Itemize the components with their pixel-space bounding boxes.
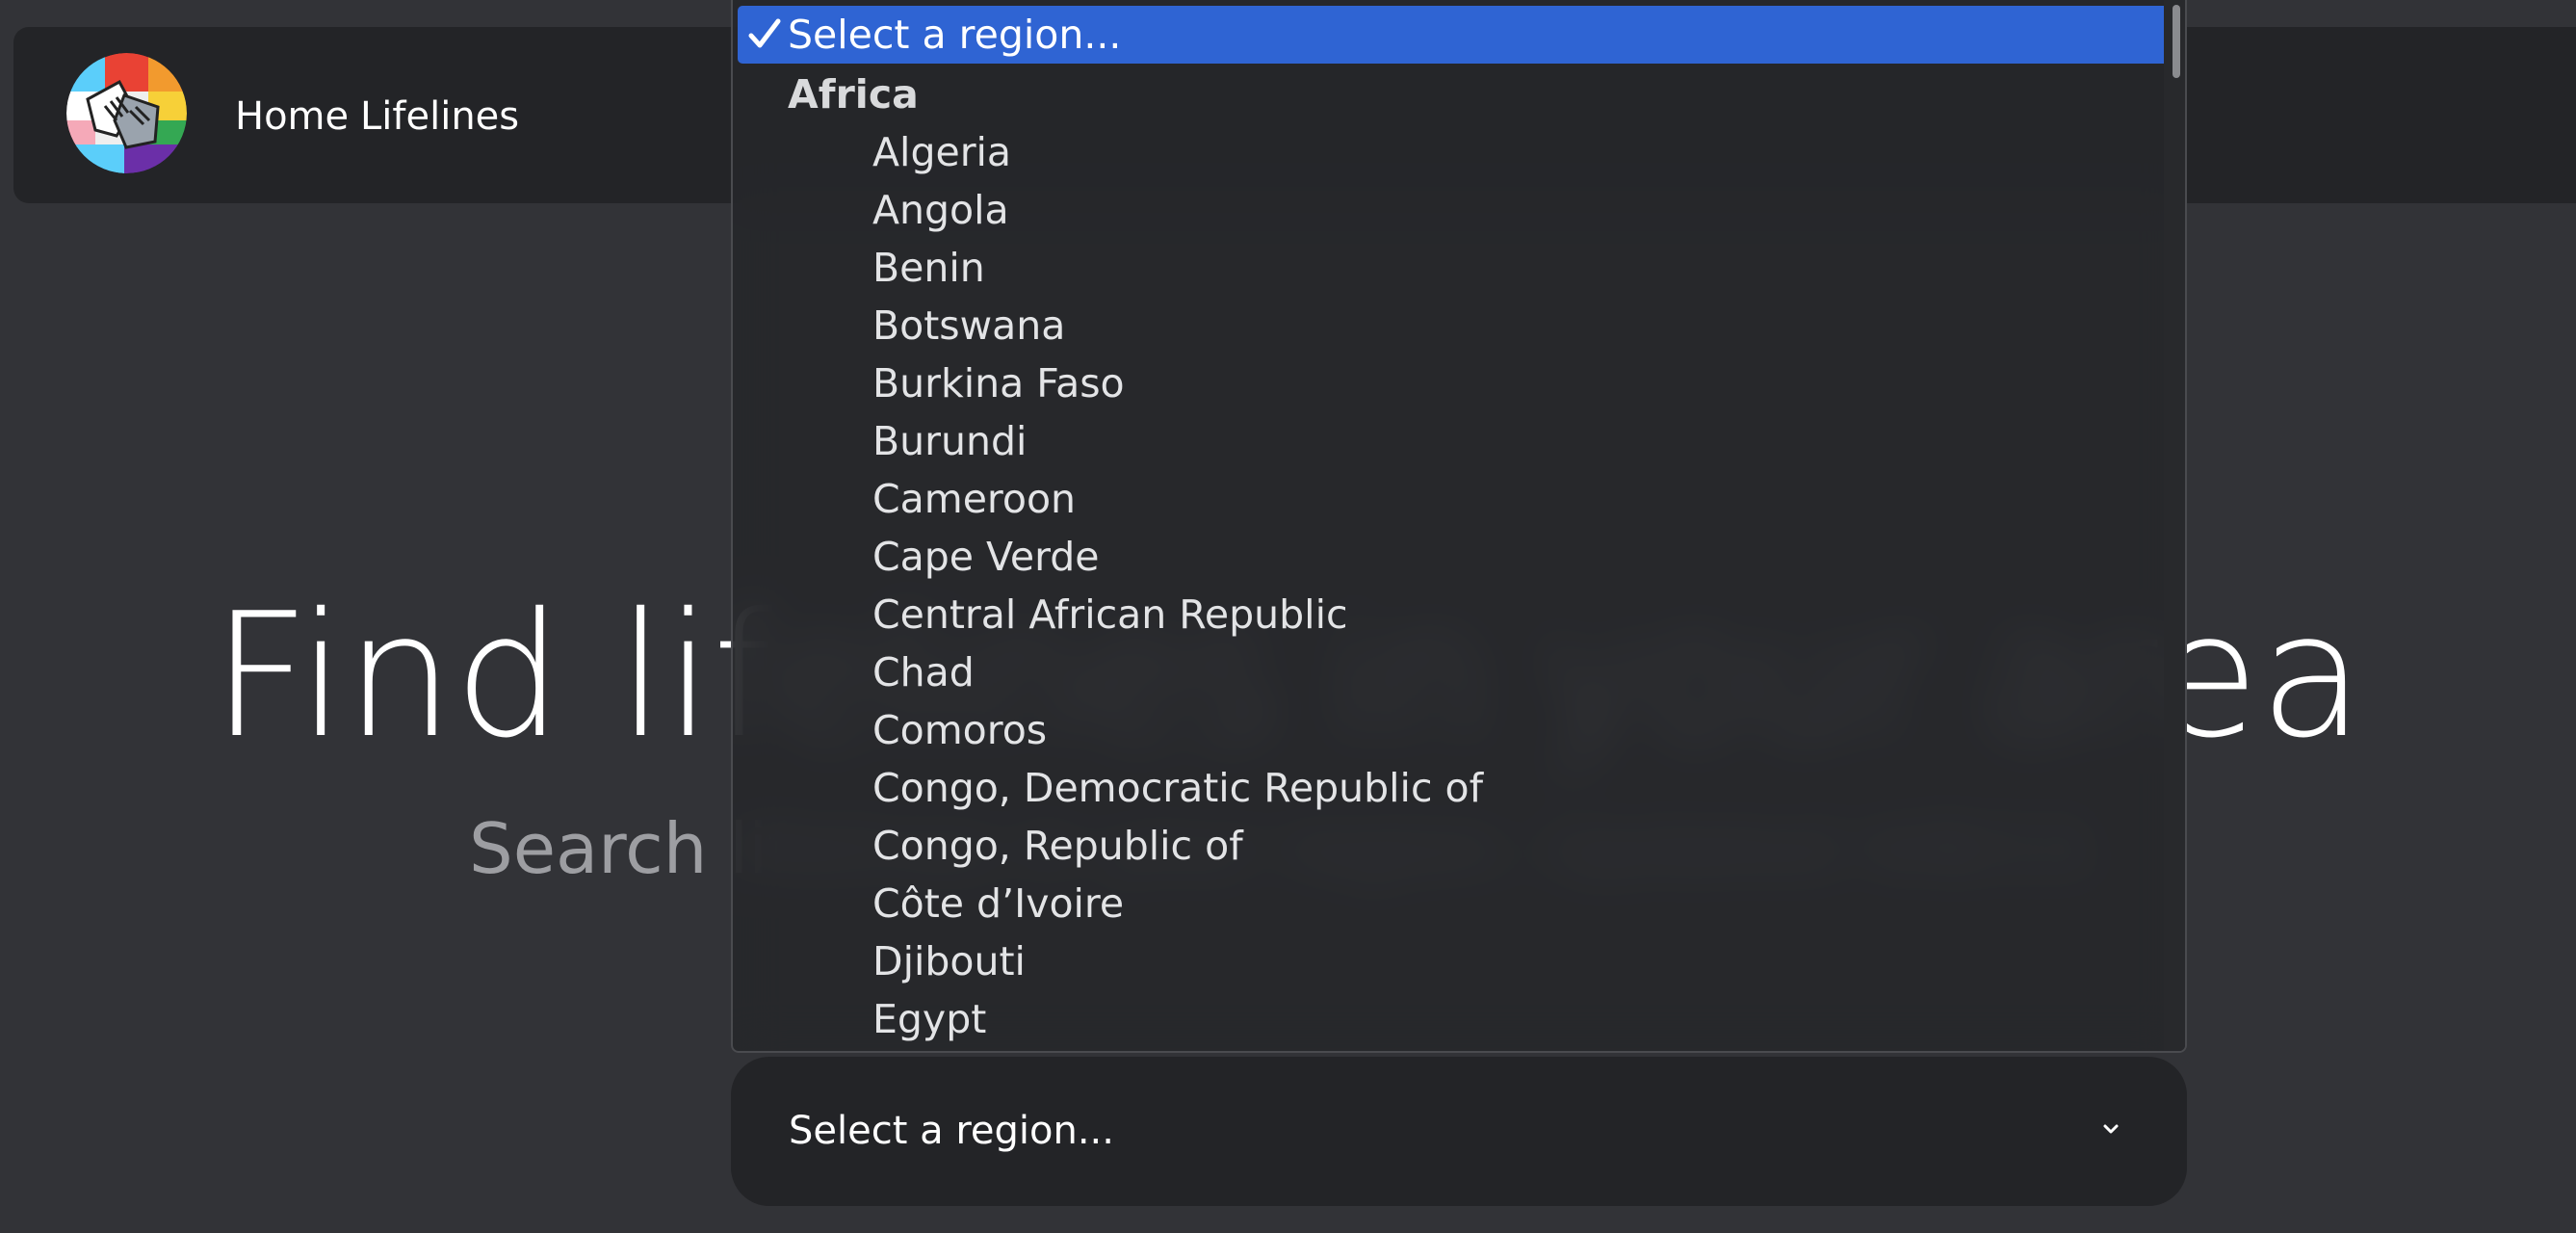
chevron-down-icon <box>2103 1124 2119 1134</box>
dropdown-option[interactable]: Egypt <box>872 990 986 1048</box>
dropdown-option[interactable]: Congo, Democratic Republic of <box>872 759 1483 817</box>
dropdown-option-label: Select a region... <box>788 12 1122 58</box>
dropdown-option[interactable]: Burundi <box>872 412 1027 470</box>
dropdown-option[interactable]: Cameroon <box>872 470 1076 528</box>
dropdown-option[interactable]: Congo, Republic of <box>872 817 1243 875</box>
dropdown-option[interactable]: Angola <box>872 181 1009 239</box>
region-select-value: Select a region... <box>789 1109 1114 1153</box>
dropdown-option[interactable]: Algeria <box>872 123 1011 181</box>
logo-graphic <box>66 53 187 173</box>
dropdown-option[interactable]: Chad <box>872 643 975 701</box>
region-dropdown-menu: Select a region... Africa Algeria Angola B… <box>731 0 2187 1053</box>
region-select[interactable]: Select a region... <box>731 1057 2187 1206</box>
dropdown-option-selected[interactable]: Select a region... <box>738 6 2171 64</box>
nav-link-lifelines[interactable]: Lifelines <box>360 92 519 141</box>
dropdown-option[interactable]: Botswana <box>872 297 1065 354</box>
dropdown-scrollbar[interactable] <box>2164 0 2185 1051</box>
dropdown-option[interactable]: Comoros <box>872 701 1047 759</box>
dropdown-option[interactable]: Côte d’Ivoire <box>872 875 1124 932</box>
dropdown-option[interactable]: Cape Verde <box>872 528 1100 586</box>
dropdown-option[interactable]: Central African Republic <box>872 586 1348 643</box>
dropdown-option[interactable]: Djibouti <box>872 932 1026 990</box>
dropdown-scroll-thumb[interactable] <box>2173 5 2180 78</box>
dropdown-option[interactable]: Burkina Faso <box>872 354 1125 412</box>
checkmark-icon <box>748 18 781 48</box>
dropdown-group-label: Africa <box>788 71 919 118</box>
nav-link-home[interactable]: Home <box>235 92 349 141</box>
hands-rainbow-logo[interactable] <box>66 53 187 173</box>
dropdown-option[interactable]: Benin <box>872 239 985 297</box>
